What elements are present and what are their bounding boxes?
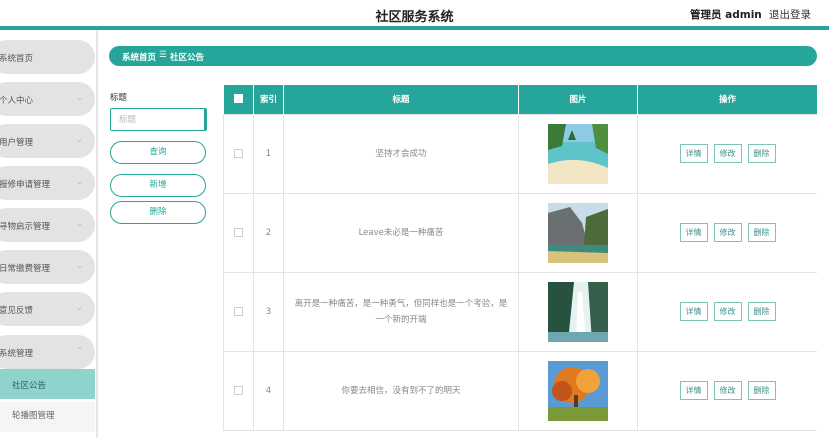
sidebar-item-label: 寻物启示管理 [0,222,51,232]
edit-button[interactable]: 修改 [713,223,742,242]
beach-photo-icon[interactable] [548,123,608,184]
table-header-row: 索引 标题 图片 操作 [223,85,817,114]
row-index: 4 [253,350,284,431]
admin-user-label: 管理员 admin [690,9,762,21]
row-checkbox[interactable] [234,227,243,237]
row-index: 3 [253,271,284,352]
row-select-cell [223,113,254,194]
column-header-title: 标题 [283,85,519,114]
top-header: 社区服务系统 管理员 admin 退出登录 [0,0,829,28]
sidebar-item-label: 报修申请管理 [0,180,51,190]
table-row: 2 Leave未必是一种痛苦 详情 修改 删除 [223,192,817,273]
waterfall-photo-icon[interactable] [548,281,608,342]
row-title: 坚持才会成功 [283,113,519,194]
sidebar-subitem-carousel[interactable]: 轮播图管理 [0,402,95,432]
sidebar: 系统首页 个人中心 ⌄ 用户管理 ⌄ 报修申请管理 ⌄ 寻物启示管理 ⌄ 日常缴… [0,30,98,438]
menu-separator-icon: ☰ [159,50,167,60]
sidebar-item-home[interactable]: 系统首页 [0,40,95,74]
sidebar-subitem-label: 轮播图管理 [12,411,55,421]
delete-button[interactable]: 删除 [747,223,776,242]
row-title: 离开是一种痛苦，是一种勇气，但同样也是一个考验，是一个新的开端 [283,271,519,352]
row-checkbox[interactable] [234,385,243,395]
row-title: 你要去相信，没有到不了的明天 [283,350,519,431]
table-row: 3 离开是一种痛苦，是一种勇气，但同样也是一个考验，是一个新的开端 详情 修改 删除 [223,271,817,352]
sidebar-item-lost-found[interactable]: 寻物启示管理 ⌄ [0,208,95,242]
sidebar-item-label: 系统管理 [0,349,34,359]
chevron-down-icon: ⌄ [76,135,83,144]
chevron-down-icon: ⌄ [76,261,83,270]
row-image-cell [518,350,638,431]
delete-button[interactable]: 删除 [747,302,776,321]
header-accent-bar [0,26,829,30]
sidebar-item-users[interactable]: 用户管理 ⌄ [0,124,95,158]
row-select-cell [223,350,254,431]
sidebar-subitem-label: 社区公告 [12,381,47,391]
delete-button[interactable]: 删除 [747,144,776,163]
sidebar-item-label: 日常缴费管理 [0,264,51,274]
breadcrumb-home-link[interactable]: 系统首页 [122,51,156,63]
detail-button[interactable]: 详情 [679,144,708,163]
sidebar-item-feedback[interactable]: 意见反馈 ⌄ [0,292,95,326]
edit-button[interactable]: 修改 [713,302,742,321]
edit-button[interactable]: 修改 [713,144,742,163]
add-button[interactable]: 新增 [110,174,206,197]
select-all-cell [223,85,254,114]
row-title: Leave未必是一种痛苦 [283,192,519,273]
table-row: 1 坚持才会成功 详情 修改 删除 [223,113,817,194]
logout-link[interactable]: 退出登录 [769,7,811,22]
row-select-cell [223,192,254,273]
chevron-up-icon: ⌃ [76,346,83,355]
chevron-down-icon: ⌄ [76,93,83,102]
edit-button[interactable]: 修改 [713,381,742,400]
detail-button[interactable]: 详情 [679,223,708,242]
sidebar-subitem-notice[interactable]: 社区公告 [0,369,95,399]
row-image-cell [518,192,638,273]
sidebar-item-repair[interactable]: 报修申请管理 ⌄ [0,166,95,200]
sidebar-item-profile[interactable]: 个人中心 ⌄ [0,82,95,116]
row-checkbox[interactable] [234,148,243,158]
column-header-index: 索引 [253,85,284,114]
chevron-down-icon: ⌄ [76,177,83,186]
row-index: 2 [253,192,284,273]
row-image-cell [518,271,638,352]
chevron-down-icon: ⌄ [76,219,83,228]
sidebar-item-label: 意见反馈 [0,306,34,316]
cliff-lake-photo-icon[interactable] [548,202,608,263]
breadcrumb: 系统首页 ☰ 社区公告 [109,46,817,66]
row-image-cell [518,113,638,194]
row-actions: 详情 修改 删除 [637,192,817,273]
sidebar-item-label: 用户管理 [0,138,34,148]
sidebar-item-payment[interactable]: 日常缴费管理 ⌄ [0,250,95,284]
column-header-actions: 操作 [637,85,817,114]
sidebar-item-system[interactable]: 系统管理 ⌃ [0,335,95,369]
notice-table: 索引 标题 图片 操作 1 坚持才会成功 详情 修改 删除 2 Leave未必是… [223,85,817,438]
detail-button[interactable]: 详情 [679,302,708,321]
detail-button[interactable]: 详情 [679,381,708,400]
autumn-tree-photo-icon[interactable] [548,360,608,421]
row-checkbox[interactable] [234,306,243,316]
breadcrumb-current: 社区公告 [170,53,205,63]
column-header-image: 图片 [518,85,638,114]
sidebar-item-label: 个人中心 [0,96,34,106]
row-index: 1 [253,113,284,194]
query-button[interactable]: 查询 [110,141,206,164]
search-title-input[interactable] [110,108,207,131]
chevron-down-icon: ⌄ [76,303,83,312]
row-select-cell [223,271,254,352]
batch-delete-button[interactable]: 删除 [110,201,206,224]
sidebar-item-label: 系统首页 [0,54,34,64]
select-all-checkbox[interactable] [233,94,243,104]
search-title-label: 标题 [110,93,128,103]
row-actions: 详情 修改 删除 [637,113,817,194]
delete-button[interactable]: 删除 [747,381,776,400]
table-row: 4 你要去相信，没有到不了的明天 详情 修改 删除 [223,350,817,431]
row-actions: 详情 修改 删除 [637,271,817,352]
row-actions: 详情 修改 删除 [637,350,817,431]
